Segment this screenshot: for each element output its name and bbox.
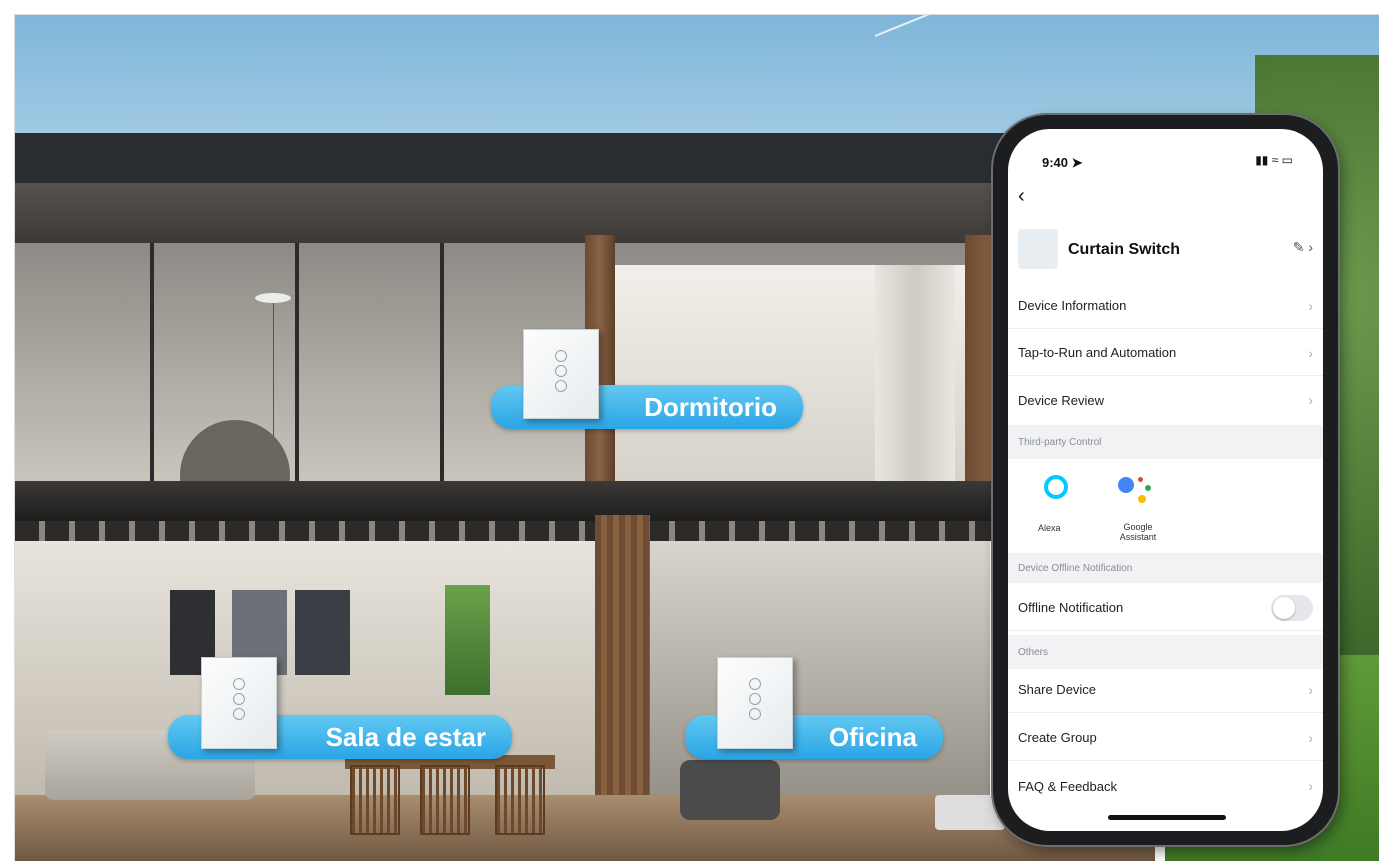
google-assistant-icon[interactable] [1118,475,1152,505]
menu-share-device[interactable]: Share Device › [1008,667,1323,713]
roof [15,133,1045,183]
alexa-label: Alexa [1038,523,1061,533]
curtain-switch-panel [717,657,793,749]
wall-art [295,590,350,675]
room-label-text: Dormitorio [644,391,777,422]
down-icon [555,380,567,392]
chair [420,765,470,835]
menu-create-group[interactable]: Create Group › [1008,715,1323,761]
chair [495,765,545,835]
window-mullion [295,243,299,481]
location-arrow-icon: ➤ [1071,155,1083,170]
up-icon [233,678,245,690]
pause-icon [233,693,245,705]
menu-faq-feedback[interactable]: FAQ & Feedback › [1008,763,1323,809]
section-offline: Device Offline Notification [1008,553,1323,583]
floor-slab [15,481,1015,521]
menu-device-information[interactable]: Device Information › [1008,283,1323,329]
chevron-right-icon: › [1308,778,1313,794]
phone-screen: 9:40 ➤ ▮▮ ≈ ▭ ‹ Curtain Switch ✎ › Devic… [1008,129,1323,831]
down-icon [749,708,761,720]
curtain-switch-panel [201,657,277,749]
chevron-right-icon: › [1308,297,1313,314]
device-thumbnail [1018,229,1058,269]
curtain-switch-panel [523,329,599,419]
back-icon[interactable]: ‹ [1018,185,1025,208]
section-third-party: Third-party Control [1008,425,1323,459]
menu-tap-to-run[interactable]: Tap-to-Run and Automation › [1008,330,1323,376]
wood-column [965,235,995,485]
roof-underside [15,183,1045,243]
window-mullion [150,243,154,481]
room-label-text: Oficina [828,721,917,752]
up-icon [555,350,567,362]
offline-toggle[interactable] [1271,595,1313,621]
google-assistant-label: Google Assistant [1119,522,1157,542]
doorway [445,585,490,695]
ceiling-lamp [255,293,291,303]
pause-icon [555,365,567,377]
curtain [875,265,955,481]
section-others: Others [1008,635,1323,669]
status-time: 9:40 ➤ [1042,155,1083,170]
down-icon [233,708,245,720]
alexa-icon[interactable] [1044,475,1068,499]
edit-icon[interactable]: ✎ › [1293,239,1313,256]
chevron-right-icon: › [1308,392,1313,408]
menu-device-review[interactable]: Device Review › [1008,377,1323,423]
pergola [15,521,1005,541]
status-icons: ▮▮ ≈ ▭ [1255,153,1293,167]
chevron-right-icon: › [1308,681,1313,698]
pause-icon [749,693,761,705]
home-indicator [1108,815,1226,820]
chair [350,765,400,835]
window-mullion [440,243,444,481]
device-name: Curtain Switch [1068,241,1181,258]
up-icon [749,678,761,690]
room-label-text: Sala de estar [325,721,486,752]
lounge-chair [680,760,780,820]
chevron-right-icon: › [1308,344,1313,361]
chevron-right-icon: › [1308,729,1313,746]
